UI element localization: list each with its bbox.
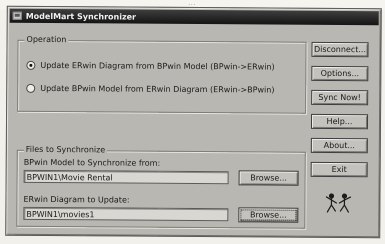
radio-button-unselected[interactable] bbox=[26, 83, 36, 93]
options-button[interactable]: Options... bbox=[311, 65, 369, 82]
exit-button[interactable]: Exit bbox=[310, 161, 368, 178]
radio-label-bpwin-from-erwin: Update BPwin Model from ERwin Diagram (E… bbox=[40, 83, 275, 95]
radio-erwin-from-bpwin[interactable]: Update ERwin Diagram from BPwin Model (B… bbox=[26, 60, 275, 72]
radio-button-selected[interactable] bbox=[26, 60, 36, 70]
bpwin-model-label: BPwin Model to Synchronize from: bbox=[23, 157, 161, 168]
files-group: Files to Synchronize BPwin Model to Sync… bbox=[16, 144, 306, 229]
modelmart-synchronizer-window: ModelMart Synchronizer Operation Update … bbox=[5, 5, 382, 239]
browse-bpwin-button[interactable]: Browse... bbox=[238, 170, 299, 186]
browse-erwin-button[interactable]: Browse... bbox=[238, 207, 299, 223]
sync-now-button[interactable]: Sync Now! bbox=[311, 89, 369, 106]
disconnect-button[interactable]: Disconnect... bbox=[311, 41, 369, 58]
files-group-label: Files to Synchronize bbox=[23, 144, 108, 155]
app-window-icon bbox=[12, 11, 22, 20]
bpwin-model-field[interactable]: BPWIN1\Movie Rental bbox=[23, 169, 229, 185]
radio-label-erwin-from-bpwin: Update ERwin Diagram from BPwin Model (B… bbox=[40, 60, 275, 72]
window-title: ModelMart Synchronizer bbox=[25, 11, 137, 22]
dancing-figures-logo-icon bbox=[325, 193, 352, 213]
erwin-diagram-label: ERwin Diagram to Update: bbox=[23, 194, 130, 205]
operation-group: Operation Update ERwin Diagram from BPwi… bbox=[17, 34, 307, 114]
about-button[interactable]: About... bbox=[310, 137, 368, 154]
title-bar[interactable]: ModelMart Synchronizer bbox=[9, 8, 379, 26]
erwin-diagram-field[interactable]: BPWIN1\movies1 bbox=[23, 206, 229, 222]
background-text: ... bbox=[188, 0, 196, 7]
help-button[interactable]: Help... bbox=[310, 113, 369, 130]
operation-group-label: Operation bbox=[24, 34, 69, 45]
radio-bpwin-from-erwin[interactable]: Update BPwin Model from ERwin Diagram (E… bbox=[26, 83, 275, 95]
